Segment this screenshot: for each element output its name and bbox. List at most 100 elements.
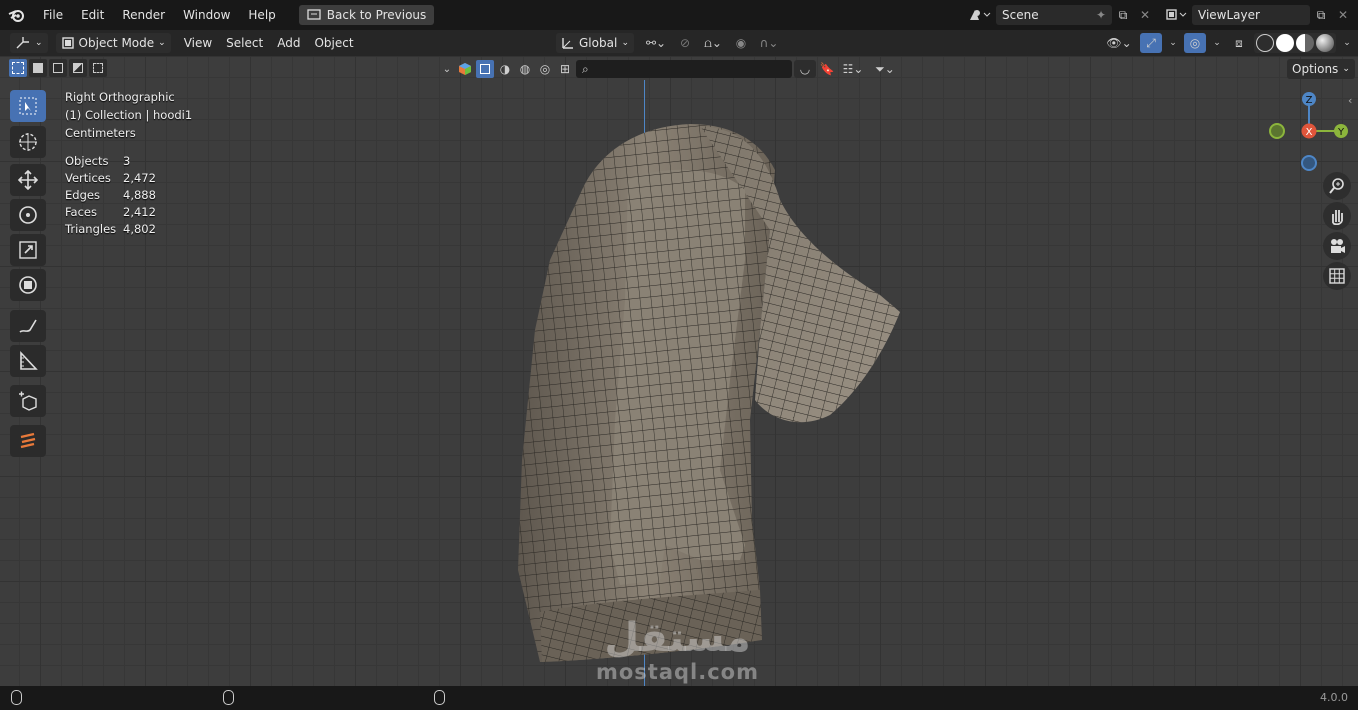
header-menu-select[interactable]: Select [219,36,270,50]
status-bar: 4.0.0 [0,686,1358,710]
snap-icon[interactable]: ⊘ [674,33,696,53]
measure-icon [20,350,38,370]
snap-target-icon[interactable]: ⩍⌄ [698,33,728,53]
camera-view-button[interactable] [1323,232,1351,260]
stat-value: 2,412 [123,205,156,219]
stat-label: Edges [65,188,100,202]
3d-viewport[interactable]: Right Orthographic (1) Collection | hood… [0,56,1358,686]
menu-edit[interactable]: Edit [72,8,113,22]
view-layer-icon[interactable] [1162,5,1192,25]
pivot-point-icon[interactable]: ⚯⌄ [640,33,672,53]
cursor-tool[interactable] [10,126,46,158]
sidebar-toggle-icon[interactable]: ‹ [1348,94,1352,107]
overlays-dropdown-icon[interactable]: ⌄ [1210,33,1224,53]
add-cube-tool[interactable] [10,385,46,417]
mode-label: Object Mode [78,36,155,50]
view-layer-name: ViewLayer [1198,8,1260,22]
select-subtract-icon[interactable] [49,59,67,77]
header-menu-object[interactable]: Object [307,36,360,50]
close-view-layer-icon[interactable]: ✕ [1332,5,1354,25]
transform-orientation-dropdown[interactable]: Global ⌄ [556,33,634,53]
viewport-header: ⌄ Object Mode ⌄ View Select Add Object G… [0,30,1358,56]
measure-tool[interactable] [10,345,46,377]
copy-scene-icon[interactable]: ⧉ [1112,5,1134,25]
view-name: Right Orthographic [65,90,175,104]
gizmo-toggle-icon[interactable]: ⤢ [1140,33,1162,53]
back-to-previous-label: Back to Previous [326,8,427,22]
select-intersect-icon[interactable] [89,59,107,77]
pan-view-button[interactable] [1323,202,1351,230]
xray-icon[interactable]: ⧈ [1228,33,1250,53]
select-invert-icon[interactable] [69,59,87,77]
annotate-icon [19,319,37,333]
shading-dropdown-icon[interactable]: ⌄ [1340,33,1354,53]
menu-window[interactable]: Window [174,8,239,22]
scene-icon[interactable] [964,5,996,25]
copy-view-layer-icon[interactable]: ⧉ [1310,5,1332,25]
view-layer-selector: ViewLayer ⧉ ✕ [1162,5,1354,25]
select-new-icon[interactable] [9,59,27,77]
top-bar: File Edit Render Window Help Back to Pre… [0,0,1358,30]
object-types-icon[interactable] [456,59,474,79]
scale-tool[interactable] [10,234,46,266]
grease-pencil-tool[interactable] [10,425,46,457]
object-mode-icon [61,37,74,49]
collection-label: (1) Collection | hoodi1 [65,108,193,122]
close-scene-icon[interactable]: ✕ [1134,5,1156,25]
falloff-icon[interactable]: ∩⌄ [754,33,784,53]
search-field[interactable]: ⌕ [576,60,792,78]
wireframe-shading-icon[interactable] [1256,34,1274,52]
perspective-toggle-button[interactable] [1323,262,1351,290]
scene-name-field[interactable]: Scene ✦ [996,5,1112,25]
move-icon [17,169,39,191]
mode-dropdown[interactable]: Object Mode ⌄ [55,33,171,53]
menu-file[interactable]: File [34,8,72,22]
hand-icon [1332,210,1343,225]
filter-funnel-icon[interactable]: ⏷⌄ [870,59,900,79]
chevron-down-icon: ⌄ [35,38,43,48]
zoom-view-button[interactable] [1323,172,1351,200]
transform-tool[interactable] [10,269,46,301]
blender-logo-icon[interactable] [0,0,34,30]
stat-triangles: Triangles 4,802 [65,222,156,236]
restrict-select-icon[interactable] [476,60,494,78]
view-layer-field[interactable]: ViewLayer [1192,5,1310,25]
neg-y-axis-handle[interactable] [1269,123,1285,139]
material-shading-icon[interactable] [1296,34,1314,52]
rendered-shading-icon[interactable] [1316,34,1334,52]
back-to-previous-button[interactable]: Back to Previous [298,5,435,25]
editor-type-dropdown[interactable]: ⌄ [10,33,48,53]
collapse-chevron-icon[interactable]: ⌄ [440,59,454,79]
stat-edges: Edges 4,888 [65,188,156,202]
restrict-holdout-icon[interactable]: ◎ [536,59,554,79]
stat-objects: Objects 3 [65,154,130,168]
bookmark-icon[interactable]: 🔖 [818,59,836,79]
menu-render[interactable]: Render [113,8,174,22]
restrict-hide-icon[interactable]: ◑ [496,59,514,79]
overlays-toggle-icon[interactable]: ◎ [1184,33,1206,53]
restrict-render-icon[interactable]: ◍ [516,59,534,79]
options-dropdown[interactable]: Options ⌄ [1287,59,1355,79]
pin-icon[interactable]: ✦ [1096,8,1106,22]
list-view-icon[interactable]: ☷⌄ [838,59,868,79]
neg-z-axis-handle[interactable] [1301,155,1317,171]
select-box-tool[interactable] [10,90,46,122]
solid-shading-icon[interactable] [1276,34,1294,52]
select-extend-icon[interactable] [29,59,47,77]
watermark-latin: mostaql.com [596,660,759,684]
navigation-gizmo[interactable]: Z Y X [1262,86,1356,176]
rotate-tool[interactable] [10,199,46,231]
menu-help[interactable]: Help [239,8,284,22]
move-tool[interactable] [10,164,46,196]
annotate-tool[interactable] [10,310,46,342]
options-label: Options [1292,62,1339,76]
visibility-icon[interactable]: 👁⌄ [1102,33,1136,53]
restrict-indirect-icon[interactable]: ⊞ [556,59,574,79]
filter-options-icon[interactable]: ◡ [794,60,816,78]
stat-value: 3 [123,154,131,168]
header-menu-add[interactable]: Add [270,36,307,50]
gizmo-dropdown-icon[interactable]: ⌄ [1166,33,1180,53]
header-menu-view[interactable]: View [177,36,219,50]
hoodie-mesh[interactable] [0,56,1358,686]
proportional-editing-icon[interactable]: ◉ [730,33,752,53]
